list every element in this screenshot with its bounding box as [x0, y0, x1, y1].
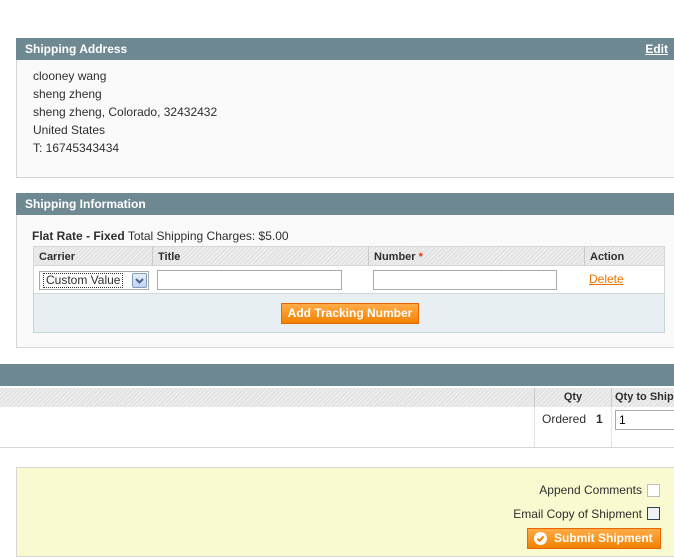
submit-shipment-label: Submit Shipment	[554, 531, 653, 545]
shipping-information-section: Shipping Information Flat Rate - Fixed T…	[16, 193, 674, 348]
submit-shipment-button[interactable]: Submit Shipment	[527, 528, 661, 549]
submit-section: Append Comments Email Copy of Shipment S…	[16, 467, 674, 557]
carrier-select-value: Custom Value	[43, 273, 124, 288]
add-tracking-number-button[interactable]: Add Tracking Number	[281, 303, 419, 324]
append-comments-label: Append Comments	[539, 483, 642, 497]
column-title: Title	[153, 247, 369, 267]
chevron-down-icon[interactable]	[132, 273, 147, 288]
address-street: sheng zheng	[33, 87, 102, 101]
shipping-charges: Total Shipping Charges: $5.00	[127, 229, 289, 243]
check-circle-icon	[534, 532, 547, 545]
append-comments-checkbox[interactable]	[647, 484, 660, 497]
tracking-title-input[interactable]	[157, 270, 342, 290]
tracking-grid-footer: Add Tracking Number	[33, 294, 665, 333]
shipping-information-header: Shipping Information	[16, 193, 674, 215]
email-copy-label: Email Copy of Shipment	[513, 507, 642, 521]
shipping-address-body: clooney wang sheng zheng sheng zheng, Co…	[16, 60, 674, 178]
carrier-select[interactable]: Custom Value	[39, 271, 149, 290]
items-section-header	[0, 364, 674, 386]
column-qty: Qty	[563, 391, 583, 403]
edit-address-link[interactable]: Edit	[645, 38, 668, 60]
shipping-information-body: Flat Rate - Fixed Total Shipping Charges…	[16, 215, 674, 348]
items-header-divider-2	[611, 388, 612, 407]
tracking-grid-header: Carrier Title Number * Action	[33, 246, 665, 267]
items-grid-header: Qty Qty to Ship	[0, 388, 674, 407]
qty-to-ship-input[interactable]	[615, 410, 674, 430]
column-action: Action	[590, 251, 625, 263]
tracking-row: Custom Value Delete	[33, 266, 665, 294]
shipping-address-header: Shipping Address Edit	[16, 38, 674, 60]
shipping-address-title: Shipping Address	[25, 42, 128, 56]
delete-tracking-link[interactable]: Delete	[589, 272, 624, 286]
qty-ordered-label: Ordered	[542, 412, 587, 426]
shipping-method-name: Flat Rate - Fixed	[32, 229, 125, 243]
column-number: Number *	[369, 247, 585, 267]
required-mark: *	[418, 251, 423, 263]
qty-ordered-value: 1	[596, 412, 603, 426]
address-name: clooney wang	[33, 69, 107, 83]
column-qty-to-ship: Qty to Ship	[615, 391, 674, 403]
item-row-divider-2	[611, 407, 612, 447]
column-title-label: Title	[158, 251, 181, 263]
item-row-divider	[534, 407, 535, 447]
shipping-address-section: Shipping Address Edit clooney wang sheng…	[16, 38, 674, 178]
column-carrier: Carrier	[34, 247, 153, 267]
address-city-region: sheng zheng, Colorado, 32432432	[33, 105, 218, 119]
tracking-number-input[interactable]	[373, 270, 557, 290]
column-number-label: Number	[374, 251, 416, 263]
address-telephone: T: 16745343434	[33, 141, 120, 155]
tracking-grid: Carrier Title Number * Action Custom Val…	[33, 246, 665, 354]
shipping-method-line: Flat Rate - Fixed Total Shipping Charges…	[32, 229, 289, 243]
address-country: United States	[33, 123, 106, 137]
shipping-information-title: Shipping Information	[25, 197, 146, 211]
item-row: Ordered 1	[0, 407, 674, 448]
email-copy-checkbox[interactable]	[647, 507, 660, 520]
